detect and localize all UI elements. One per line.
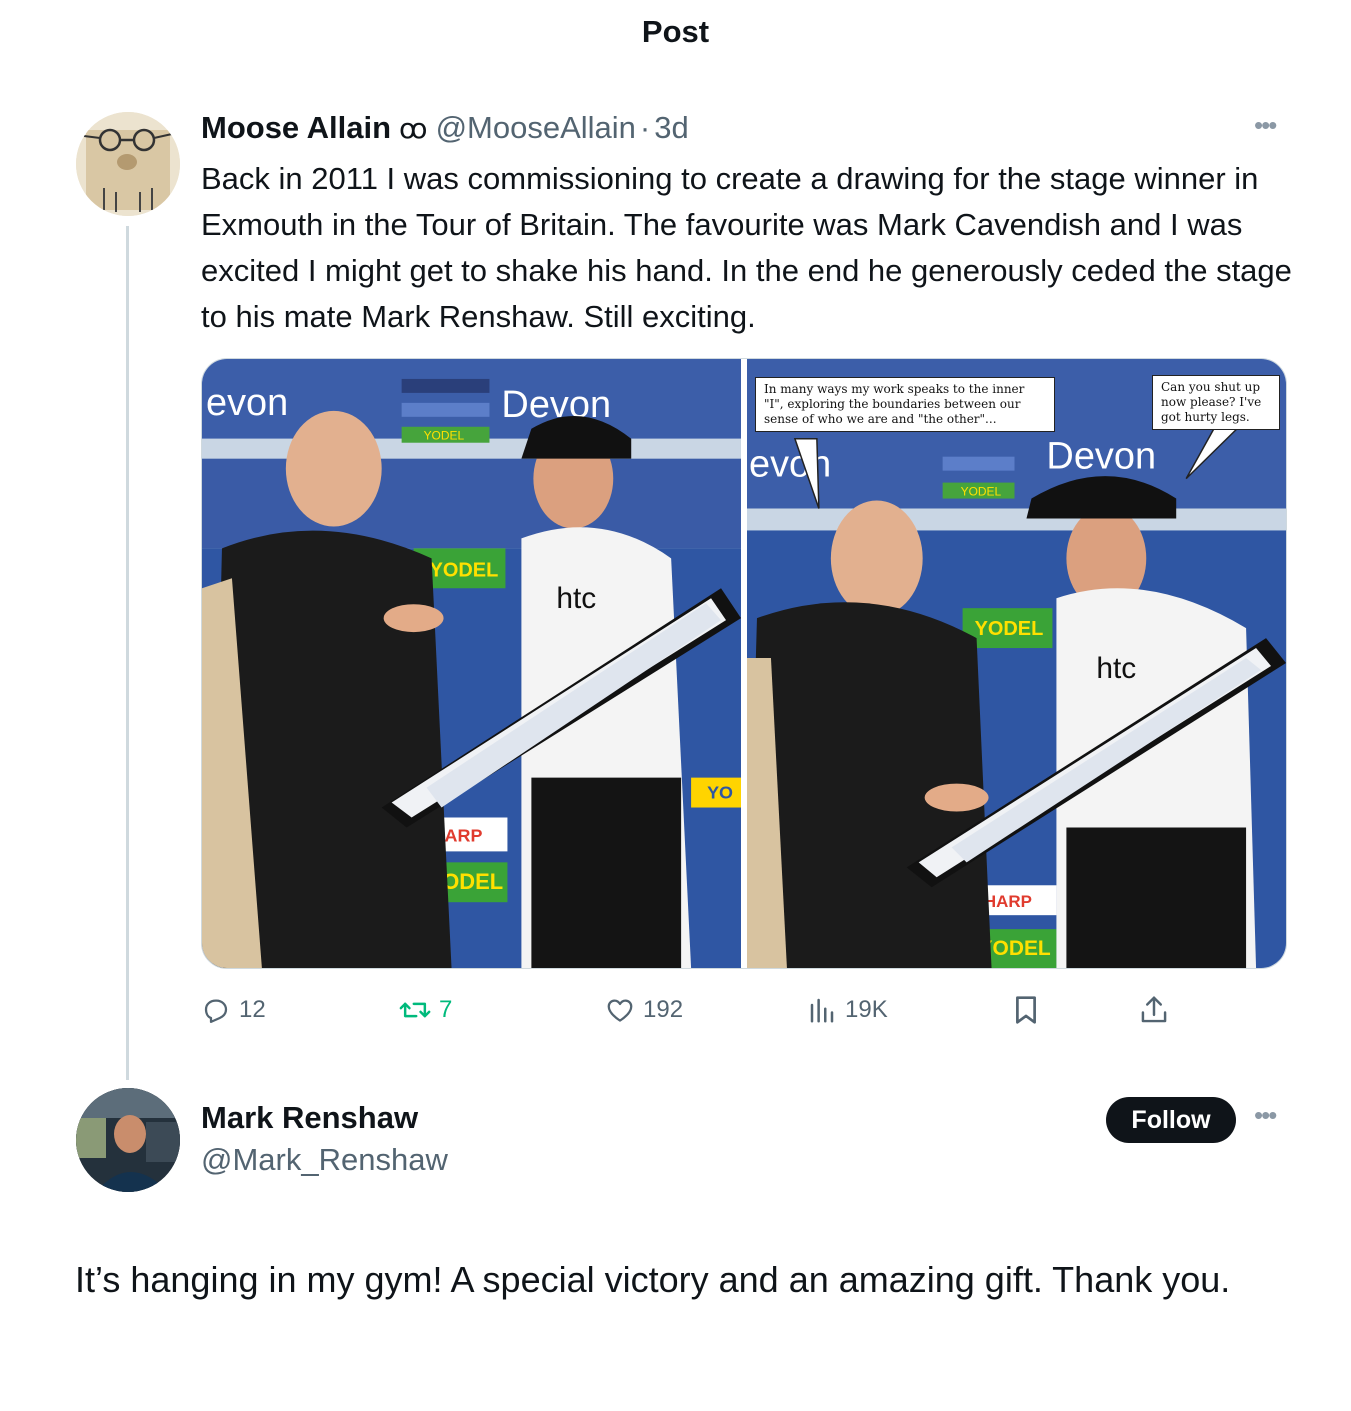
- views-chart-icon: [810, 998, 834, 1023]
- post-media[interactable]: evon Devon YODEL YODEL SHARP YODEL YO ht…: [201, 358, 1287, 969]
- avatar-drawing: [76, 112, 180, 216]
- handshake-photo-image: evon Devon YODEL YODEL SHARP YODEL YO ht…: [202, 359, 741, 968]
- thread-line: [126, 226, 129, 1080]
- svg-text:Devon: Devon: [1046, 436, 1156, 478]
- svg-text:YODEL: YODEL: [975, 618, 1044, 640]
- svg-text:YODEL: YODEL: [424, 429, 465, 443]
- author-avatar[interactable]: [76, 112, 180, 216]
- svg-text:YODEL: YODEL: [430, 559, 499, 581]
- svg-text:htc: htc: [1096, 652, 1136, 685]
- views-button[interactable]: 19K: [807, 990, 888, 1030]
- post-text: Back in 2011 I was commissioning to crea…: [201, 161, 1292, 334]
- author-name[interactable]: Moose Allain: [201, 110, 391, 146]
- reply-count: 12: [239, 996, 266, 1023]
- repost-button[interactable]: 7: [399, 990, 452, 1030]
- reply-author-avatar[interactable]: [76, 1088, 180, 1192]
- repost-icon: [399, 1002, 431, 1018]
- page-title: Post: [641, 14, 710, 49]
- reply-author-handle[interactable]: @Mark_Renshaw: [201, 1142, 448, 1178]
- share-button[interactable]: [1139, 990, 1169, 1030]
- post-actions: 12 7 192 19K: [201, 990, 1191, 1030]
- heart-icon: [607, 999, 633, 1022]
- speech-bubble-right: Can you shut up now please? I've got hur…: [1151, 375, 1280, 430]
- svg-text:evon: evon: [749, 444, 831, 486]
- reply-author-name[interactable]: Mark Renshaw: [201, 1100, 418, 1136]
- like-button[interactable]: 192: [605, 990, 683, 1030]
- share-icon: [1141, 996, 1167, 1023]
- more-options-icon[interactable]: •••: [1254, 110, 1277, 141]
- views-count: 19K: [845, 996, 888, 1023]
- svg-text:htc: htc: [556, 582, 596, 615]
- like-count: 192: [643, 996, 684, 1023]
- separator: ·: [639, 110, 651, 145]
- svg-text:YODEL: YODEL: [961, 485, 1002, 499]
- post-time[interactable]: 3d: [654, 110, 688, 146]
- bookmark-button[interactable]: [1011, 990, 1041, 1030]
- reply-text: It’s hanging in my gym! A special victor…: [75, 1259, 1231, 1300]
- comic-photo-image: evon Devon YODEL YODEL SHARP YODEL htc: [746, 359, 1286, 968]
- post-header: Moose Allain ꝏ @MooseAllain · 3d: [201, 108, 689, 148]
- svg-text:YO: YO: [707, 783, 733, 803]
- photo-handshake[interactable]: evon Devon YODEL YODEL SHARP YODEL YO ht…: [202, 359, 741, 968]
- reply-button[interactable]: 12: [201, 990, 266, 1030]
- speech-bubble-left: In many ways my work speaks to the inner…: [754, 377, 1055, 432]
- author-handle[interactable]: @MooseAllain: [436, 110, 636, 146]
- photo-comic[interactable]: evon Devon YODEL YODEL SHARP YODEL htc I…: [746, 359, 1286, 968]
- bookmark-icon: [1016, 996, 1036, 1024]
- repost-count: 7: [439, 996, 453, 1023]
- follow-button[interactable]: Follow: [1106, 1097, 1236, 1143]
- reply-icon: [204, 999, 228, 1023]
- svg-text:evon: evon: [206, 382, 288, 424]
- avatar-photo: [76, 1088, 180, 1192]
- glasses-icon: ꝏ: [399, 112, 428, 144]
- reply-more-options-icon[interactable]: •••: [1254, 1100, 1277, 1131]
